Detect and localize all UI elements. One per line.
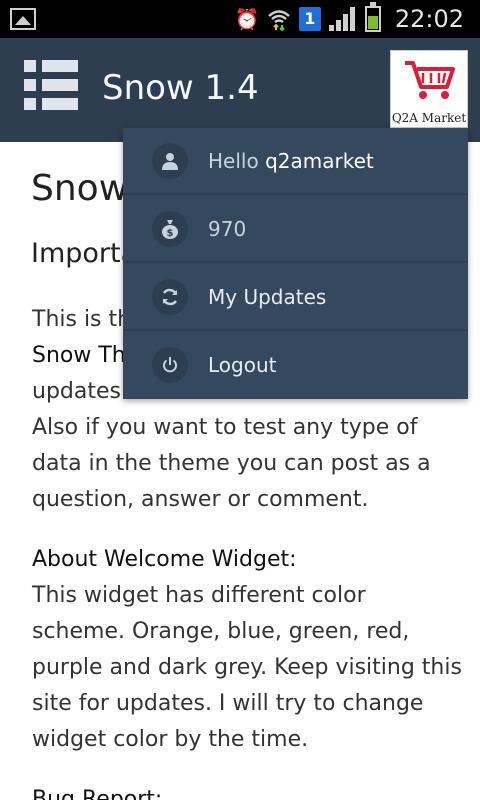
page-title: Snow [31, 168, 129, 209]
section-heading: Importa [31, 238, 138, 269]
money-bag-icon: $ [152, 211, 188, 247]
power-icon [152, 347, 188, 383]
welcome-line-2: scheme. Orange, blue, green, red, [32, 619, 410, 644]
refresh-icon [152, 279, 188, 315]
menu-icon[interactable] [24, 60, 78, 114]
notification-badge: 1 [298, 7, 321, 31]
user-dropdown-menu: Hello q2amarket $ 970 My Updates Logout [123, 128, 468, 399]
cart-logo-icon [405, 61, 455, 99]
intro-line-6: question, answer or comment. [32, 487, 369, 512]
welcome-widget-heading: About Welcome Widget: [32, 547, 297, 572]
clock: 22:02 [394, 5, 464, 33]
theme-name-bold: Snow Th [32, 343, 126, 368]
status-bar: ⏰ 1 22:02 [0, 0, 480, 38]
welcome-line-4: site for updates. I will try to change [32, 691, 424, 716]
my-updates-label: My Updates [208, 285, 327, 309]
logout-label: Logout [208, 353, 277, 377]
status-icons: ⏰ 1 22:02 [234, 2, 464, 34]
dropdown-item-my-updates[interactable]: My Updates [123, 264, 468, 331]
svg-text:$: $ [167, 228, 174, 239]
welcome-line-1: This widget has different color [32, 583, 366, 608]
user-icon [152, 143, 188, 179]
avatar-brand-text: Q2A Market [391, 111, 467, 125]
dropdown-item-label: Hello q2amarket [208, 149, 374, 173]
welcome-line-5: widget color by the time. [32, 727, 309, 752]
dropdown-item-logout[interactable]: Logout [123, 332, 468, 399]
dropdown-item-profile[interactable]: Hello q2amarket [123, 128, 468, 195]
points-value: 970 [208, 217, 247, 241]
alarm-icon: ⏰ [234, 7, 260, 31]
bug-report-heading: Bug Report: [32, 787, 163, 800]
user-avatar[interactable]: Q2A Market [390, 50, 468, 128]
battery-icon [364, 2, 381, 32]
wifi-icon [267, 7, 291, 32]
welcome-line-3: purple and dark grey. Keep visiting this [32, 655, 462, 680]
dropdown-item-points[interactable]: $ 970 [123, 196, 468, 263]
intro-line-4: Also if you want to test any type of [32, 415, 418, 440]
app-title: Snow 1.4 [102, 68, 259, 108]
intro-line-5: data in the theme you can post as a [32, 451, 431, 476]
signal-icon [328, 7, 357, 31]
username: q2amarket [265, 149, 374, 173]
gallery-notification-icon [10, 8, 36, 30]
app-header: Snow 1.4 Q2A Market [0, 38, 480, 142]
